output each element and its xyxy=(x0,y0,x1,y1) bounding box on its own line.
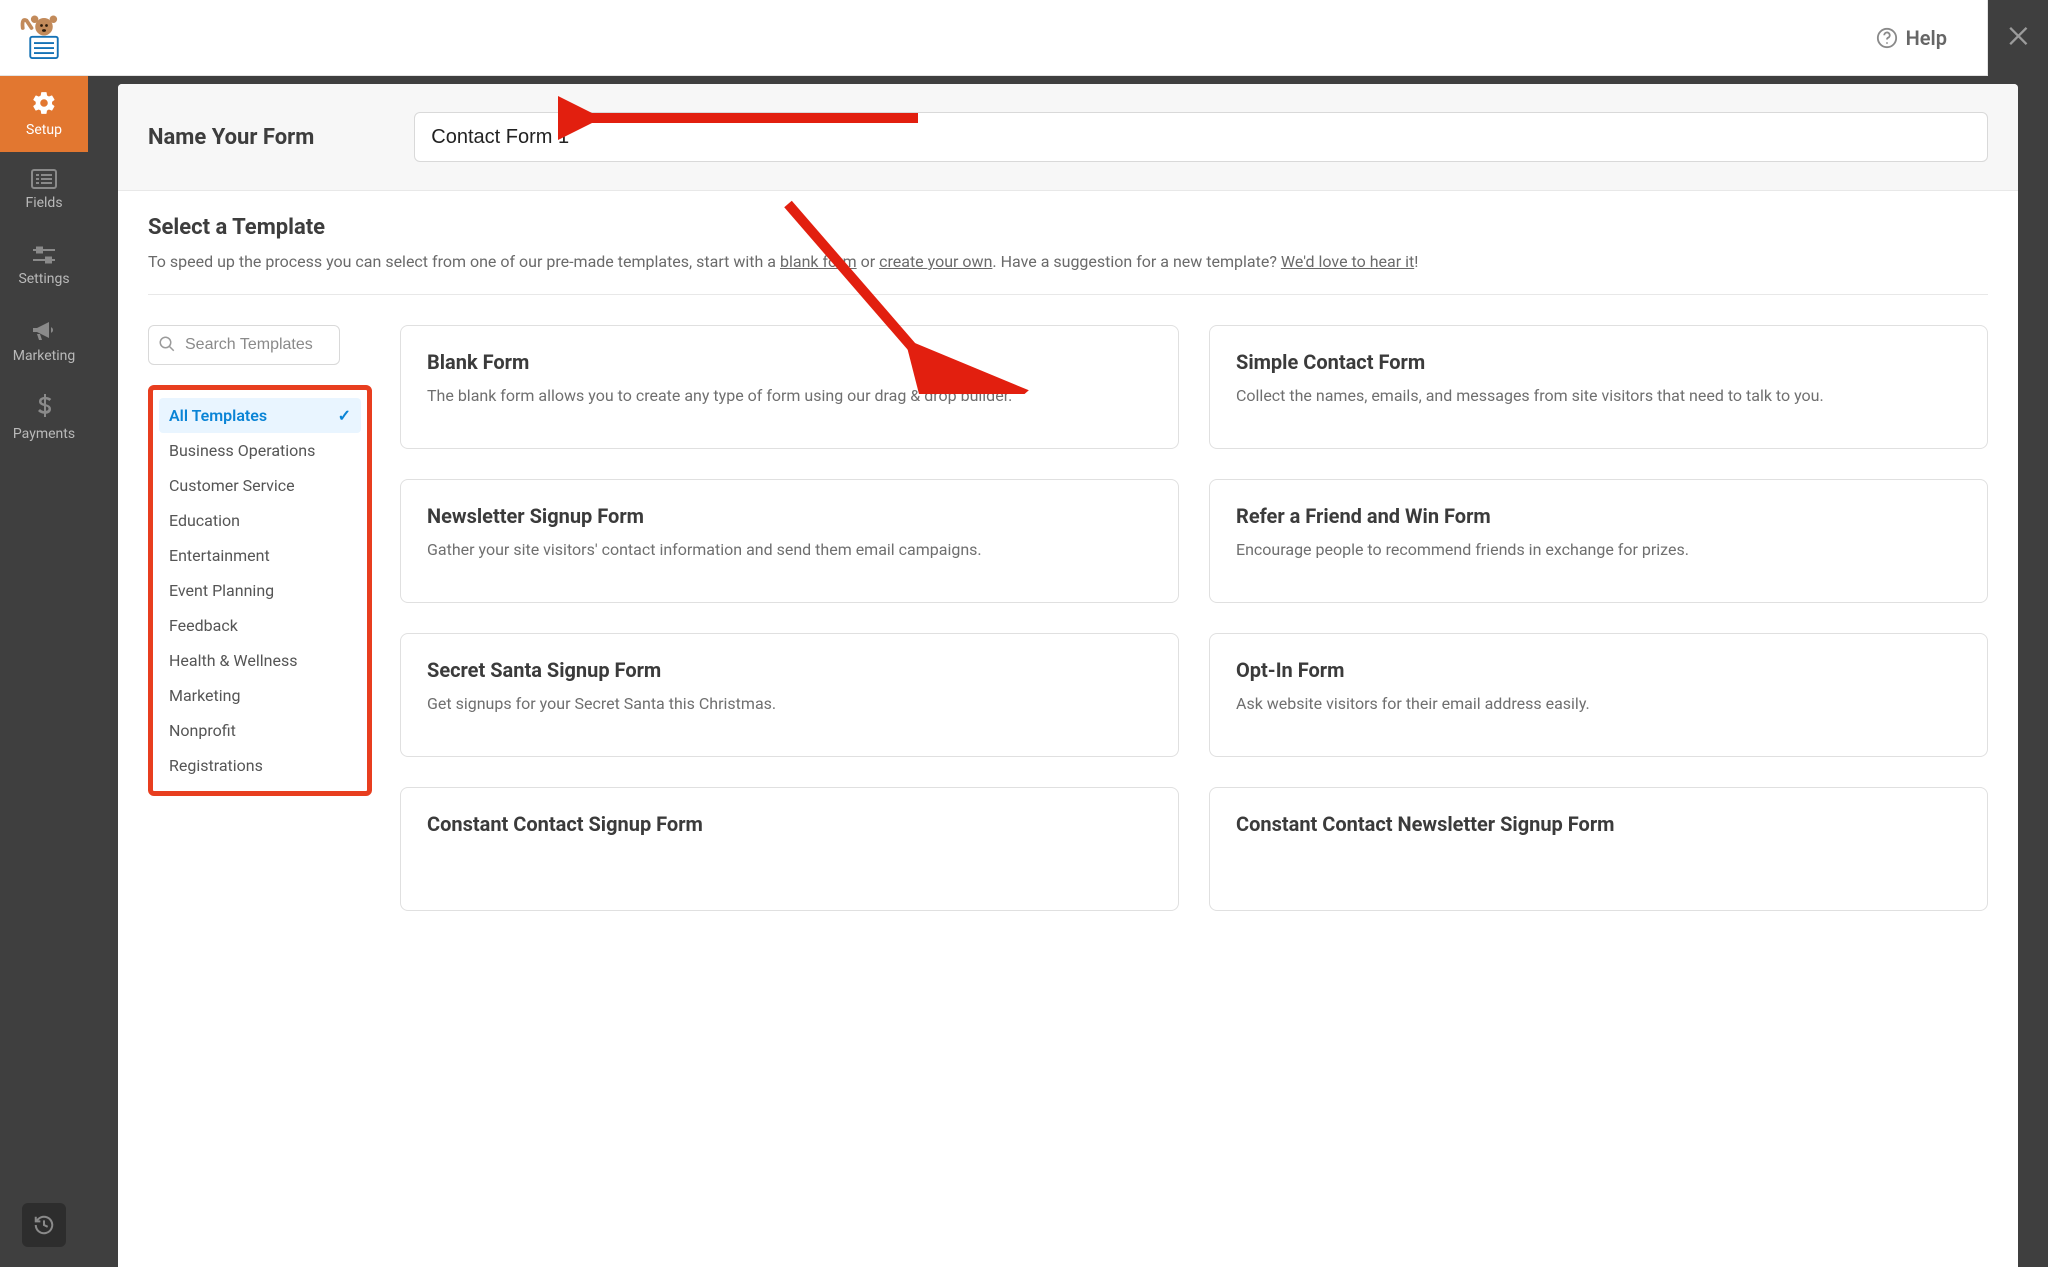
sidebar: Setup Fields Settings Marketing Payments xyxy=(0,0,88,1267)
template-desc: The blank form allows you to create any … xyxy=(427,384,1152,407)
template-desc: Collect the names, emails, and messages … xyxy=(1236,384,1961,407)
template-card[interactable]: Newsletter Signup Form Gather your site v… xyxy=(400,479,1179,603)
template-title: Constant Contact Newsletter Signup Form xyxy=(1236,812,1961,836)
form-name-input[interactable] xyxy=(414,112,1988,162)
sidebar-item-label: Payments xyxy=(13,426,75,442)
template-card[interactable]: Blank Form The blank form allows you to c… xyxy=(400,325,1179,449)
sidebar-item-label: Setup xyxy=(26,122,62,138)
template-desc: Gather your site visitors' contact infor… xyxy=(427,538,1152,561)
check-icon: ✓ xyxy=(338,406,351,425)
category-label: Feedback xyxy=(169,616,238,635)
template-desc: Ask website visitors for their email add… xyxy=(1236,692,1961,715)
list-icon xyxy=(31,169,57,189)
desc-text: ! xyxy=(1414,252,1418,271)
template-card[interactable]: Constant Contact Signup Form xyxy=(400,787,1179,911)
category-item[interactable]: Feedback xyxy=(159,608,361,643)
template-title: Refer a Friend and Win Form xyxy=(1236,504,1961,528)
desc-text: or xyxy=(857,252,879,271)
category-item[interactable]: Health & Wellness xyxy=(159,643,361,678)
sliders-icon xyxy=(31,245,57,265)
create-your-own-link[interactable]: create your own xyxy=(879,252,992,271)
template-desc: Encourage people to recommend friends in… xyxy=(1236,538,1961,561)
sidebar-item-setup[interactable]: Setup xyxy=(0,76,88,152)
sidebar-item-label: Fields xyxy=(25,195,62,211)
template-title: Constant Contact Signup Form xyxy=(427,812,1152,836)
bullhorn-icon xyxy=(31,320,57,342)
sidebar-item-payments[interactable]: Payments xyxy=(0,380,88,456)
category-label: Entertainment xyxy=(169,546,270,565)
name-form-row: Name Your Form xyxy=(118,84,2018,191)
category-label: Event Planning xyxy=(169,581,274,600)
category-label: Business Operations xyxy=(169,441,315,460)
category-item[interactable]: All Templates ✓ xyxy=(159,398,361,433)
search-icon xyxy=(158,335,176,353)
wpforms-logo-icon xyxy=(19,13,69,63)
template-card[interactable]: Refer a Friend and Win Form Encourage peo… xyxy=(1209,479,1988,603)
category-label: Health & Wellness xyxy=(169,651,297,670)
template-card[interactable]: Constant Contact Newsletter Signup Form xyxy=(1209,787,1988,911)
template-card[interactable]: Simple Contact Form Collect the names, em… xyxy=(1209,325,1988,449)
close-button[interactable] xyxy=(2006,22,2034,50)
select-template-desc: To speed up the process you can select f… xyxy=(148,250,1988,295)
category-label: All Templates xyxy=(169,406,267,425)
close-icon xyxy=(2006,22,2034,50)
name-form-label: Name Your Form xyxy=(148,125,314,150)
sidebar-item-settings[interactable]: Settings xyxy=(0,228,88,304)
template-desc: Get signups for your Secret Santa this C… xyxy=(427,692,1152,715)
desc-text: . Have a suggestion for a new template? xyxy=(992,252,1280,271)
lower-panel: All Templates ✓ Business Operations Custome… xyxy=(118,295,2018,911)
category-item[interactable]: Marketing xyxy=(159,678,361,713)
category-label: Nonprofit xyxy=(169,721,236,740)
category-item[interactable]: Event Planning xyxy=(159,573,361,608)
sidebar-item-fields[interactable]: Fields xyxy=(0,152,88,228)
template-title: Secret Santa Signup Form xyxy=(427,658,1152,682)
category-item[interactable]: Nonprofit xyxy=(159,713,361,748)
template-title: Simple Contact Form xyxy=(1236,350,1961,374)
logo xyxy=(0,0,88,76)
gear-icon xyxy=(31,90,57,116)
category-item[interactable]: Education xyxy=(159,503,361,538)
help-icon xyxy=(1876,27,1898,49)
topbar: Help xyxy=(88,0,1988,76)
category-list: All Templates ✓ Business Operations Custome… xyxy=(148,385,372,796)
template-card[interactable]: Secret Santa Signup Form Get signups for … xyxy=(400,633,1179,757)
history-button[interactable] xyxy=(22,1203,66,1247)
category-label: Customer Service xyxy=(169,476,295,495)
template-title: Opt-In Form xyxy=(1236,658,1961,682)
blank-form-link[interactable]: blank form xyxy=(780,252,857,271)
dollar-icon xyxy=(36,394,52,420)
template-title: Newsletter Signup Form xyxy=(427,504,1152,528)
sidebar-item-marketing[interactable]: Marketing xyxy=(0,304,88,380)
category-label: Education xyxy=(169,511,240,530)
category-item[interactable]: Registrations xyxy=(159,748,361,783)
category-item[interactable]: Business Operations xyxy=(159,433,361,468)
sidebar-item-label: Settings xyxy=(18,271,69,287)
help-link[interactable]: Help xyxy=(1876,26,1947,50)
template-grid: Blank Form The blank form allows you to c… xyxy=(372,295,1988,911)
category-column: All Templates ✓ Business Operations Custome… xyxy=(148,295,372,911)
category-item[interactable]: Entertainment xyxy=(159,538,361,573)
main: Help Name Your Form Select a Template To… xyxy=(88,0,2048,1267)
template-search-input[interactable] xyxy=(148,325,340,365)
history-icon xyxy=(33,1214,55,1236)
feedback-link[interactable]: We'd love to hear it xyxy=(1281,252,1414,271)
content: Name Your Form Select a Template To spee… xyxy=(118,84,2018,1267)
select-template-header: Select a Template To speed up the proces… xyxy=(118,191,2018,295)
template-title: Blank Form xyxy=(427,350,1152,374)
desc-text: To speed up the process you can select f… xyxy=(148,252,780,271)
category-item[interactable]: Customer Service xyxy=(159,468,361,503)
sidebar-item-label: Marketing xyxy=(13,348,76,364)
template-card[interactable]: Opt-In Form Ask website visitors for thei… xyxy=(1209,633,1988,757)
help-label: Help xyxy=(1906,26,1947,50)
select-template-title: Select a Template xyxy=(148,215,1988,240)
search-wrap xyxy=(148,325,372,365)
category-label: Marketing xyxy=(169,686,240,705)
category-label: Registrations xyxy=(169,756,263,775)
